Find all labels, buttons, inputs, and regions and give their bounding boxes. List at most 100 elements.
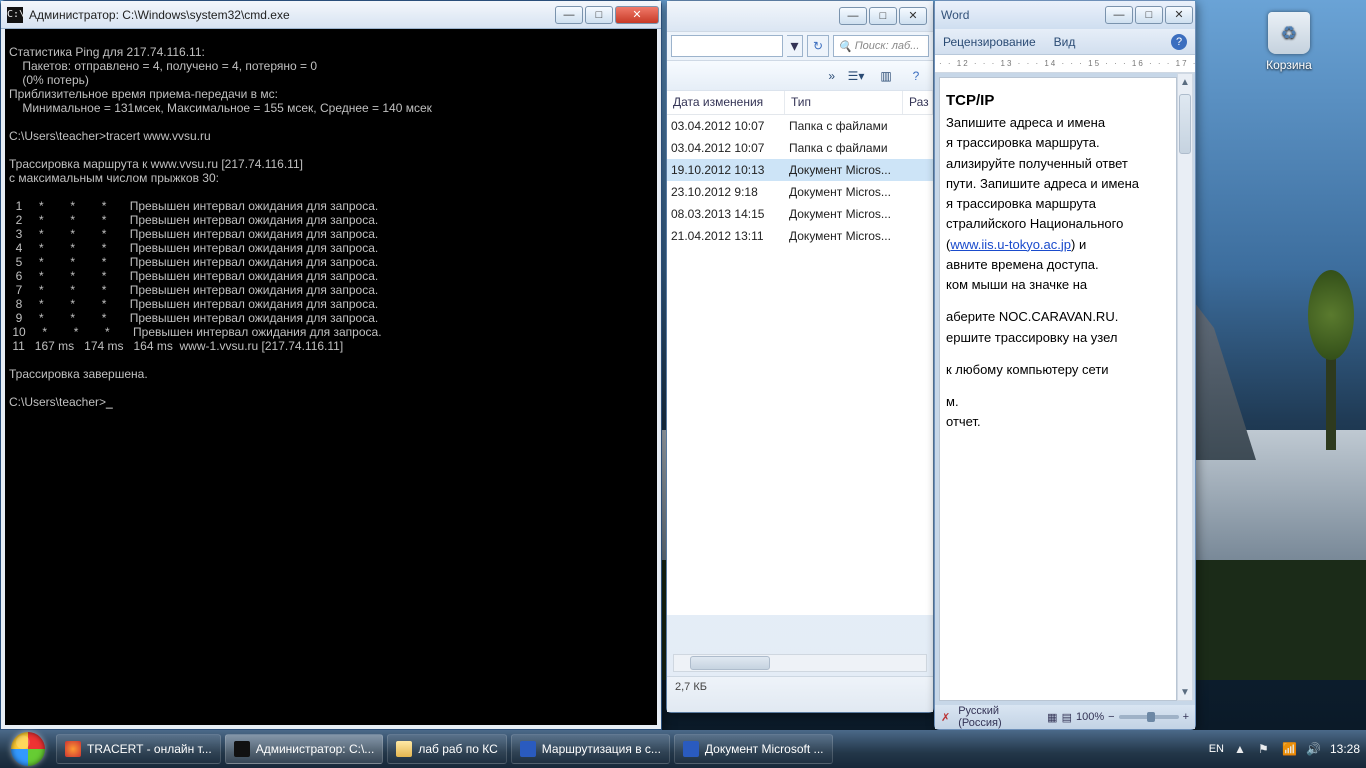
zoom-out-button[interactable]: − xyxy=(1108,711,1114,723)
explorer-preview-icon[interactable]: ▥ xyxy=(877,67,895,85)
doc-link[interactable]: www.iis.u-tokyo.ac.jp xyxy=(950,237,1071,252)
doc-line: к любому компьютеру сети xyxy=(946,362,1166,378)
cmd-icon xyxy=(234,741,250,757)
list-item[interactable]: 03.04.2012 10:07Папка с файлами xyxy=(667,115,933,137)
word-icon xyxy=(683,741,699,757)
tray-language[interactable]: EN xyxy=(1209,743,1224,755)
explorer-column-headers[interactable]: Дата изменения Тип Раз xyxy=(667,91,933,115)
explorer-hscroll-thumb[interactable] xyxy=(690,656,770,670)
explorer-search-input[interactable]: 🔍 Поиск: лаб... xyxy=(833,35,929,57)
firefox-icon xyxy=(65,741,81,757)
taskbar-app-word2[interactable]: Документ Microsoft ... xyxy=(674,734,833,764)
word-status-bar: ✗ Русский (Россия) ▦ ▤ 100% − + xyxy=(935,705,1195,729)
cmd-maximize-button[interactable]: □ xyxy=(585,6,613,24)
view-mode-icon[interactable]: ▦ xyxy=(1047,711,1057,724)
explorer-hscrollbar[interactable] xyxy=(673,654,927,672)
doc-line: ершите трассировку на узел xyxy=(946,330,1166,346)
doc-line: отчет. xyxy=(946,414,1166,430)
explorer-toolbar: » ☰▾ ▥ ? xyxy=(667,61,933,91)
explorer-minimize-button[interactable]: — xyxy=(839,7,867,25)
cmd-icon: C:\ xyxy=(7,7,23,23)
doc-line: аберите NOC.CARAVAN.RU. xyxy=(946,309,1166,325)
list-item-selected[interactable]: 19.10.2012 10:13Документ Micros... xyxy=(667,159,933,181)
tray-sound-icon[interactable]: 🔊 xyxy=(1306,742,1320,756)
doc-heading: TCP/IP xyxy=(946,92,1166,109)
word-ribbon: Рецензирование Вид ? xyxy=(935,29,1195,55)
list-item[interactable]: 23.10.2012 9:18Документ Micros... xyxy=(667,181,933,203)
cmd-close-button[interactable]: ✕ xyxy=(615,6,659,24)
col-type[interactable]: Тип xyxy=(785,91,903,114)
cmd-output[interactable]: Статистика Ping для 217.74.116.11: Пакет… xyxy=(5,29,657,725)
spellcheck-icon[interactable]: ✗ xyxy=(941,711,950,724)
ribbon-help-icon[interactable]: ? xyxy=(1171,34,1187,50)
explorer-window: — □ ✕ ▾ ↻ 🔍 Поиск: лаб... » ☰▾ ▥ ? Дата … xyxy=(666,0,934,713)
zoom-controls: ▦ ▤ 100% − + xyxy=(1047,711,1189,724)
folder-icon xyxy=(396,741,412,757)
cmd-minimize-button[interactable]: — xyxy=(555,6,583,24)
explorer-refresh-button[interactable]: ↻ xyxy=(807,35,829,57)
doc-line: м. xyxy=(946,394,1166,410)
word-vscroll-thumb[interactable] xyxy=(1179,94,1191,154)
tray-network-icon[interactable]: 📶 xyxy=(1282,742,1296,756)
word-maximize-button[interactable]: □ xyxy=(1135,6,1163,24)
word-ruler[interactable]: · · 12 · · · 13 · · · 14 · · · 15 · · · … xyxy=(935,55,1195,73)
word-title-text: Word xyxy=(941,8,1103,22)
col-date[interactable]: Дата изменения xyxy=(667,91,785,114)
recycle-bin[interactable]: Корзина xyxy=(1254,12,1324,72)
doc-line: авните времена доступа. xyxy=(946,257,1166,273)
word-close-button[interactable]: ✕ xyxy=(1165,6,1193,24)
zoom-in-button[interactable]: + xyxy=(1183,711,1189,723)
explorer-address-input[interactable] xyxy=(671,35,783,57)
recycle-bin-icon xyxy=(1268,12,1310,54)
taskbar-app-explorer[interactable]: лаб раб по КС xyxy=(387,734,506,764)
wallpaper-tree xyxy=(1326,330,1336,450)
doc-line: я трассировка маршрута. xyxy=(946,135,1166,151)
list-item[interactable]: 08.03.2013 14:15Документ Micros... xyxy=(667,203,933,225)
taskbar-app-word1[interactable]: Маршрутизация в с... xyxy=(511,734,670,764)
explorer-file-list[interactable]: 03.04.2012 10:07Папка с файлами 03.04.20… xyxy=(667,115,933,615)
cmd-title-text: Администратор: C:\Windows\system32\cmd.e… xyxy=(29,8,553,22)
explorer-status-size: 2,7 КБ xyxy=(675,681,707,693)
explorer-help-icon[interactable]: ? xyxy=(907,67,925,85)
list-item[interactable]: 21.04.2012 13:11Документ Micros... xyxy=(667,225,933,247)
taskbar-app-cmd[interactable]: Администратор: C:\... xyxy=(225,734,384,764)
explorer-status-bar: 2,7 КБ xyxy=(667,676,933,712)
taskbar-app-firefox[interactable]: TRACERT - онлайн т... xyxy=(56,734,221,764)
ribbon-tab-view[interactable]: Вид xyxy=(1054,35,1076,49)
explorer-maximize-button[interactable]: □ xyxy=(869,7,897,25)
word-icon xyxy=(520,741,536,757)
system-tray: EN ▲ ⚑ 📶 🔊 13:28 xyxy=(1203,742,1366,756)
col-size[interactable]: Раз xyxy=(903,91,933,114)
cmd-window: C:\ Администратор: C:\Windows\system32\c… xyxy=(0,0,662,730)
word-titlebar[interactable]: Word — □ ✕ xyxy=(935,1,1195,29)
explorer-titlebar[interactable]: — □ ✕ xyxy=(667,1,933,31)
tray-clock[interactable]: 13:28 xyxy=(1330,742,1360,756)
tray-flag-icon[interactable]: ⚑ xyxy=(1258,742,1272,756)
ribbon-tab-review[interactable]: Рецензирование xyxy=(943,35,1036,49)
list-item[interactable]: 03.04.2012 10:07Папка с файлами xyxy=(667,137,933,159)
scroll-down-icon[interactable]: ▼ xyxy=(1178,684,1192,700)
recycle-bin-label: Корзина xyxy=(1254,58,1324,72)
zoom-slider[interactable] xyxy=(1119,715,1179,719)
scroll-up-icon[interactable]: ▲ xyxy=(1178,74,1192,90)
word-document[interactable]: TCP/IP Запишите адреса и имена я трассир… xyxy=(939,77,1177,701)
explorer-view-icon[interactable]: ☰▾ xyxy=(847,67,865,85)
doc-line: ализируйте полученный ответ xyxy=(946,156,1166,172)
start-button[interactable] xyxy=(2,731,54,767)
start-orb-icon xyxy=(11,732,45,766)
word-vscrollbar[interactable]: ▲ ▼ xyxy=(1177,73,1193,701)
taskbar: TRACERT - онлайн т... Администратор: C:\… xyxy=(0,730,1366,768)
explorer-address-dropdown[interactable]: ▾ xyxy=(787,35,803,57)
doc-line: Запишите адреса и имена xyxy=(946,115,1166,131)
view-mode-icon[interactable]: ▤ xyxy=(1062,711,1072,724)
tray-hidden-icons[interactable]: ▲ xyxy=(1234,742,1248,756)
explorer-close-button[interactable]: ✕ xyxy=(899,7,927,25)
word-minimize-button[interactable]: — xyxy=(1105,6,1133,24)
status-language[interactable]: Русский (Россия) xyxy=(958,705,1039,729)
doc-line: я трассировка маршрута xyxy=(946,196,1166,212)
cmd-titlebar[interactable]: C:\ Администратор: C:\Windows\system32\c… xyxy=(1,1,661,29)
explorer-toolbar-overflow[interactable]: » xyxy=(828,69,835,83)
zoom-value[interactable]: 100% xyxy=(1076,711,1104,723)
doc-line: стралийского Национального xyxy=(946,216,1166,232)
search-icon: 🔍 xyxy=(838,40,852,53)
